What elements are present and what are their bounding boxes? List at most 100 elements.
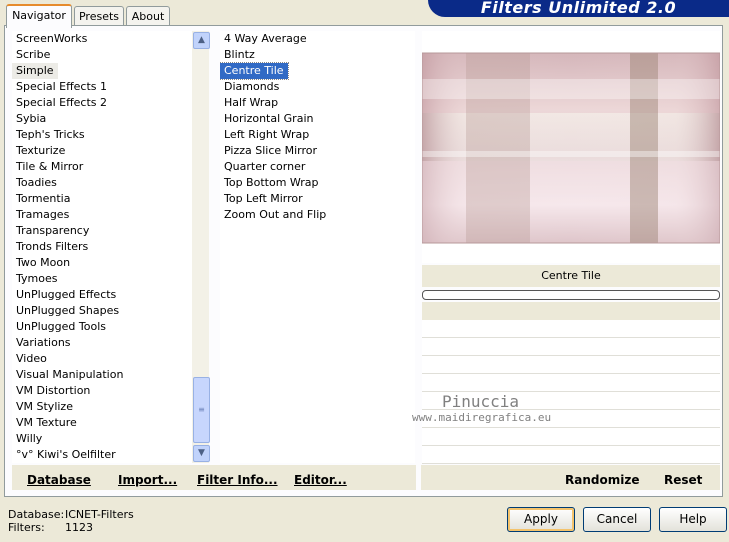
category-item[interactable]: Scribe — [12, 47, 192, 63]
preview-image — [422, 52, 720, 244]
category-item-label: Toadies — [16, 176, 57, 189]
watermark-url: www.maidiregrafica.eu — [412, 411, 552, 424]
filter-item[interactable]: Left Right Wrap — [220, 127, 415, 143]
editor-button-label: Editor... — [294, 473, 347, 487]
apply-button[interactable]: Apply — [507, 507, 575, 532]
category-item-label: Tramages — [16, 208, 70, 221]
filter-item-label: Top Left Mirror — [224, 192, 303, 205]
filter-item-label: Zoom Out and Flip — [224, 208, 327, 221]
category-item[interactable]: Simple — [12, 63, 192, 79]
category-item-label: Scribe — [16, 48, 51, 61]
category-item-label: Transparency — [16, 224, 90, 237]
filter-item[interactable]: 4 Way Average — [220, 31, 415, 47]
category-item[interactable]: Variations — [12, 335, 192, 351]
category-item-label: Texturize — [16, 144, 66, 157]
category-item[interactable]: UnPlugged Effects — [12, 287, 192, 303]
app-title-banner: Filters Unlimited 2.0 — [428, 0, 729, 17]
category-item-label: VM Distortion — [16, 384, 91, 397]
category-item-label: °v° Kiwi's Oelfilter — [16, 448, 116, 461]
category-list[interactable]: ScreenWorks Scribe Simple Special Effects 1… — [12, 31, 192, 463]
category-item-label: Visual Manipulation — [16, 368, 124, 381]
parameter-row — [422, 428, 720, 446]
category-item[interactable]: Tormentia — [12, 191, 192, 207]
category-item[interactable]: Transparency — [12, 223, 192, 239]
category-item[interactable]: °v° Kiwi's Oelfilter — [12, 447, 192, 463]
scroll-up-button[interactable]: ▲ — [193, 32, 210, 49]
filter-item[interactable]: Top Bottom Wrap — [220, 175, 415, 191]
randomize-button[interactable]: Randomize — [565, 473, 639, 487]
category-item[interactable]: UnPlugged Shapes — [12, 303, 192, 319]
filter-item-label: Left Right Wrap — [224, 128, 310, 141]
category-item[interactable]: Special Effects 1 — [12, 79, 192, 95]
filter-item-label: 4 Way Average — [224, 32, 307, 45]
filter-item[interactable]: Centre Tile — [220, 62, 415, 80]
category-item-label: UnPlugged Effects — [16, 288, 117, 301]
scroll-thumb[interactable]: ≡ — [193, 377, 210, 443]
database-button[interactable]: Database — [27, 473, 91, 487]
tab-about[interactable]: About — [126, 6, 170, 26]
category-item[interactable]: Texturize — [12, 143, 192, 159]
category-item[interactable]: Video — [12, 351, 192, 367]
filter-item-label: Half Wrap — [224, 96, 279, 109]
import-button[interactable]: Import... — [118, 473, 177, 487]
category-item-label: Tormentia — [16, 192, 71, 205]
category-item-label: Special Effects 1 — [16, 80, 108, 93]
database-button-label: Database — [27, 473, 91, 487]
filter-item[interactable]: Quarter corner — [220, 159, 415, 175]
category-item[interactable]: Sybia — [12, 111, 192, 127]
category-item[interactable]: Tronds Filters — [12, 239, 192, 255]
category-item[interactable]: VM Texture — [12, 415, 192, 431]
scroll-down-button[interactable]: ▼ — [193, 445, 210, 462]
filters-count-value: 1123 — [65, 521, 93, 534]
filter-item[interactable]: Blintz — [220, 47, 415, 63]
category-item-label: Variations — [16, 336, 71, 349]
tab-navigator[interactable]: Navigator — [6, 4, 72, 28]
filter-item-label: Quarter corner — [224, 160, 306, 173]
category-item[interactable]: VM Stylize — [12, 399, 192, 415]
filter-item-label: Diamonds — [224, 80, 280, 93]
parameter-header-band — [422, 302, 720, 320]
filter-item[interactable]: Half Wrap — [220, 95, 415, 111]
category-item[interactable]: UnPlugged Tools — [12, 319, 192, 335]
category-item[interactable]: Special Effects 2 — [12, 95, 192, 111]
category-item[interactable]: Two Moon — [12, 255, 192, 271]
category-item[interactable]: Toadies — [12, 175, 192, 191]
category-scrollbar[interactable]: ▲ ≡ ▼ — [192, 31, 210, 463]
category-item[interactable]: Visual Manipulation — [12, 367, 192, 383]
parameter-row — [422, 446, 720, 464]
filter-list[interactable]: 4 Way Average Blintz Centre Tile Diamonds Ha… — [220, 31, 415, 463]
category-item[interactable]: Tymoes — [12, 271, 192, 287]
category-item-label: ScreenWorks — [16, 32, 88, 45]
category-item-label: Special Effects 2 — [16, 96, 108, 109]
category-item-label: Tronds Filters — [16, 240, 89, 253]
category-item-label: Two Moon — [16, 256, 71, 269]
category-item[interactable]: Tile & Mirror — [12, 159, 192, 175]
filter-item[interactable]: Horizontal Grain — [220, 111, 415, 127]
filter-item[interactable]: Diamonds — [220, 79, 415, 95]
editor-button[interactable]: Editor... — [294, 473, 347, 487]
filter-item-label: Blintz — [224, 48, 255, 61]
category-item[interactable]: ScreenWorks — [12, 31, 192, 47]
database-status-label: Database: — [8, 508, 65, 521]
filter-item[interactable]: Pizza Slice Mirror — [220, 143, 415, 159]
database-status-value: ICNET-Filters — [65, 508, 134, 521]
category-item[interactable]: Willy — [12, 431, 192, 447]
preview-area — [422, 31, 720, 263]
tab-presets[interactable]: Presets — [74, 6, 124, 26]
category-item-label: VM Texture — [16, 416, 77, 429]
parameter-row — [422, 338, 720, 356]
parameter-slider[interactable] — [422, 290, 720, 300]
filter-item-label: Pizza Slice Mirror — [224, 144, 318, 157]
reset-button[interactable]: Reset — [664, 473, 702, 487]
category-item-label: VM Stylize — [16, 400, 73, 413]
category-item[interactable]: VM Distortion — [12, 383, 192, 399]
filter-info-button[interactable]: Filter Info... — [197, 473, 278, 487]
category-item[interactable]: Teph's Tricks — [12, 127, 192, 143]
filter-item[interactable]: Top Left Mirror — [220, 191, 415, 207]
cancel-button[interactable]: Cancel — [583, 507, 651, 532]
category-item[interactable]: Tramages — [12, 207, 192, 223]
help-button[interactable]: Help — [659, 507, 727, 532]
filter-item[interactable]: Zoom Out and Flip — [220, 207, 415, 223]
parameter-label: Centre Tile — [422, 265, 720, 287]
watermark-name: Pinuccia — [442, 392, 520, 411]
